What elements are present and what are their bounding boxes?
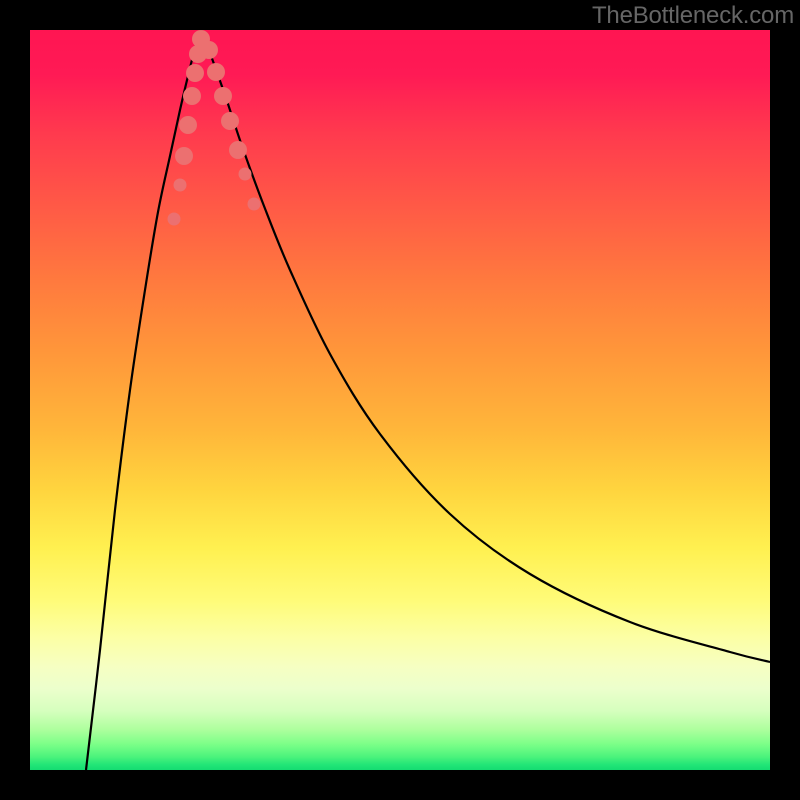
data-marker [183, 87, 201, 105]
curve-layer [30, 30, 770, 770]
data-marker [179, 116, 197, 134]
bottleneck-curve-left [86, 30, 201, 770]
data-marker [221, 112, 239, 130]
data-marker [168, 213, 181, 226]
data-marker [248, 198, 261, 211]
data-marker [207, 63, 225, 81]
chart-frame: TheBottleneck.com [0, 0, 800, 800]
data-marker [186, 64, 204, 82]
data-marker [200, 41, 218, 59]
data-marker [239, 168, 252, 181]
watermark: TheBottleneck.com [592, 2, 794, 30]
plot-area [30, 30, 770, 770]
watermark-text: TheBottleneck.com [592, 2, 794, 29]
data-marker [174, 179, 187, 192]
data-marker [214, 87, 232, 105]
data-marker [175, 147, 193, 165]
bottleneck-curve-right [201, 30, 770, 662]
data-markers [168, 30, 261, 226]
data-marker [229, 141, 247, 159]
